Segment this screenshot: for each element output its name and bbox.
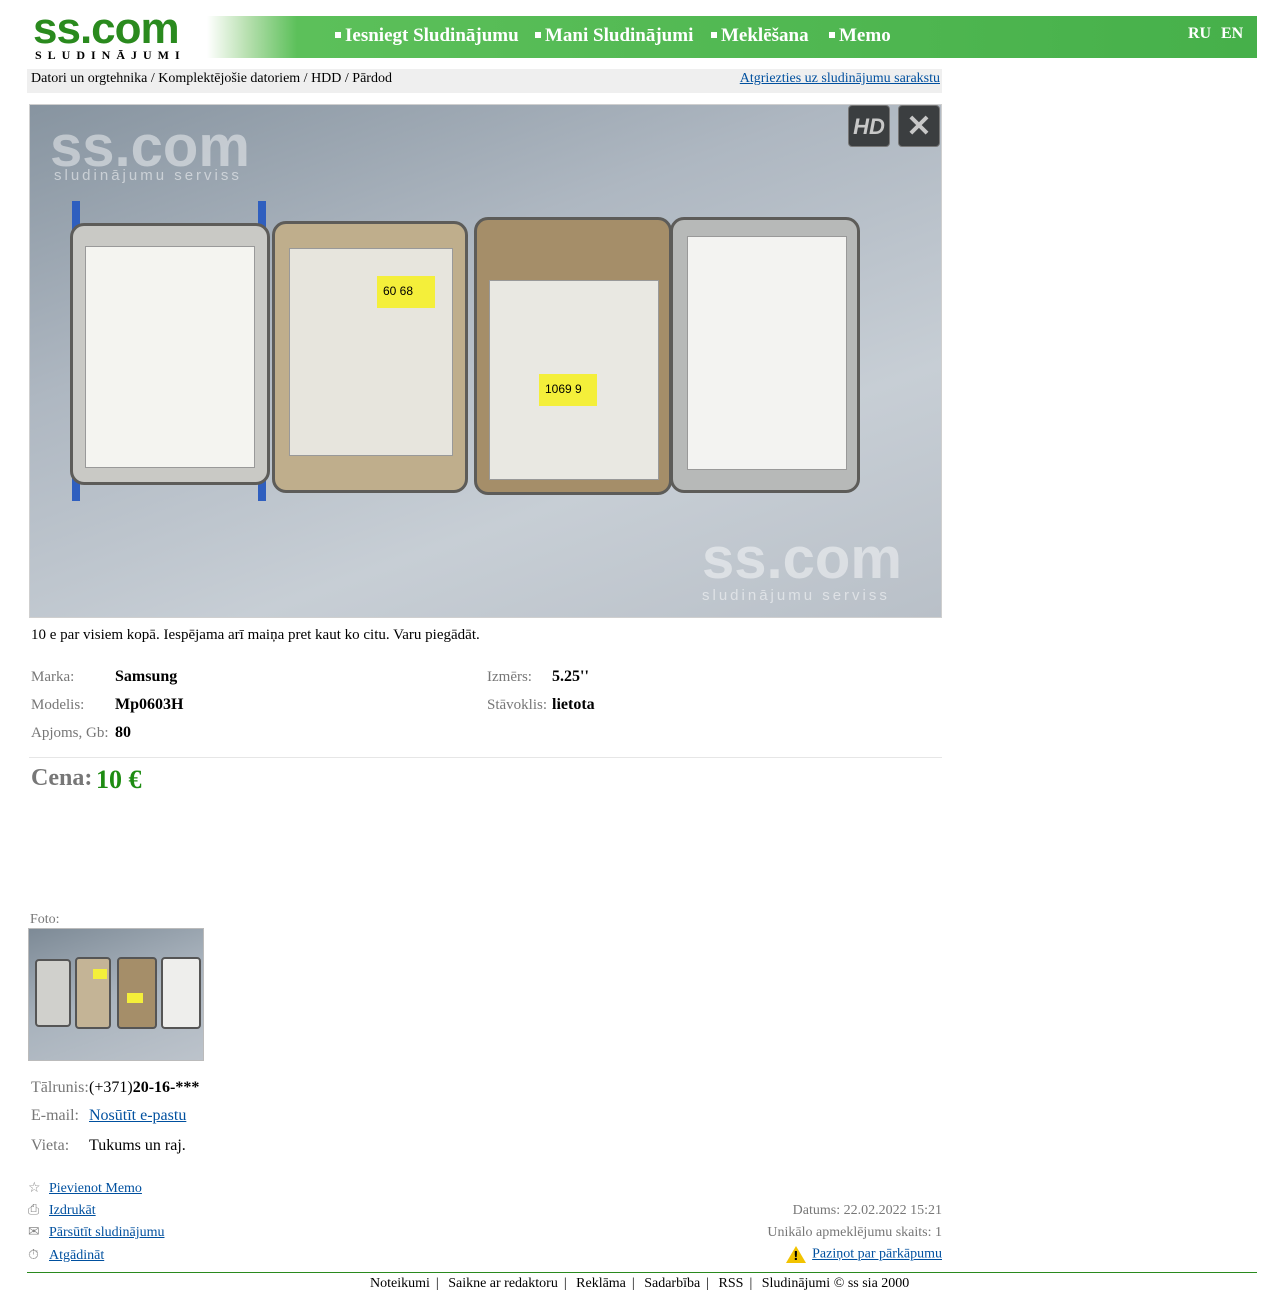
nav-label: Mani Sludinājumi bbox=[545, 25, 694, 46]
nav-my-ads[interactable]: Mani Sludinājumi bbox=[535, 25, 693, 47]
place-label: Vieta: bbox=[31, 1137, 70, 1154]
add-memo-action[interactable]: ☆ Pievienot Memo bbox=[28, 1181, 142, 1197]
phone-number[interactable]: (+371)20-16-*** bbox=[89, 1079, 199, 1097]
ad-date: Datums: 22.02.2022 15:21 bbox=[792, 1203, 942, 1218]
stopwatch-icon: ⏱ bbox=[28, 1247, 39, 1263]
phone-masked[interactable]: 20-16-*** bbox=[133, 1079, 200, 1096]
bullet-icon bbox=[711, 31, 717, 38]
watermark-top-sub: sludinājumu serviss bbox=[54, 167, 242, 184]
capacity-value: 80 bbox=[115, 724, 131, 741]
report-action[interactable]: ! Paziņot par pārkāpumu bbox=[786, 1246, 942, 1263]
bullet-icon bbox=[535, 31, 541, 38]
price-sticker: 1069 9 bbox=[539, 374, 597, 406]
logo-text: ss.com bbox=[33, 4, 180, 53]
nav-search[interactable]: Meklēšana bbox=[711, 25, 809, 47]
site-logo[interactable]: ss.com SLUDINĀJUMI bbox=[27, 4, 207, 62]
phone-prefix: (+371) bbox=[89, 1079, 133, 1096]
bullet-icon bbox=[829, 31, 835, 38]
breadcrumb-bar: Datori un orgtehnika / Komplektējošie da… bbox=[27, 69, 942, 93]
drive-label bbox=[687, 236, 847, 470]
thumb-drive bbox=[35, 959, 71, 1027]
price-value: 10 € bbox=[96, 765, 142, 794]
price-sticker: 60 68 bbox=[377, 276, 435, 308]
brand-value[interactable]: Samsung bbox=[115, 668, 177, 686]
print-action[interactable]: ⎙ Izdrukāt bbox=[28, 1203, 96, 1219]
brand-label: Marka: bbox=[31, 669, 75, 685]
footer-divider bbox=[27, 1272, 1257, 1273]
price-label: Cena: bbox=[31, 765, 93, 791]
visit-count: Unikālo apmeklējumu skaits: 1 bbox=[767, 1225, 942, 1240]
place-value: Tukums un raj. bbox=[89, 1137, 186, 1154]
site-header: ss.com SLUDINĀJUMI Iesniegt Sludinājumu … bbox=[27, 4, 1257, 62]
model-label: Modelis: bbox=[31, 697, 85, 713]
bullet-icon bbox=[335, 31, 341, 38]
remind-link[interactable]: Atgādināt bbox=[49, 1248, 104, 1263]
back-to-list-link[interactable]: Atgriezties uz sludinājumu sarakstu bbox=[740, 71, 940, 87]
forward-link[interactable]: Pārsūtīt sludinājumu bbox=[49, 1225, 165, 1240]
forward-action[interactable]: ✉ Pārsūtīt sludinājumu bbox=[28, 1225, 165, 1241]
capacity-label: Apjoms, Gb: bbox=[31, 725, 109, 741]
thumb-sticker bbox=[127, 993, 143, 1003]
thumb-drive bbox=[161, 957, 201, 1029]
add-memo-link[interactable]: Pievienot Memo bbox=[49, 1181, 142, 1196]
send-email-link[interactable]: Nosūtīt e-pastu bbox=[89, 1107, 186, 1125]
close-icon[interactable]: ✕ bbox=[898, 105, 940, 147]
lang-ru[interactable]: RU bbox=[1188, 25, 1211, 43]
size-label: Izmērs: bbox=[487, 669, 532, 685]
star-icon: ☆ bbox=[28, 1180, 41, 1196]
nav-label: Meklēšana bbox=[721, 25, 809, 46]
breadcrumb[interactable]: Datori un orgtehnika / Komplektējošie da… bbox=[31, 71, 392, 87]
main-photo[interactable]: ss.com sludinājumu serviss ss.com sludin… bbox=[29, 104, 942, 618]
footer: Noteikumi | Saikne ar redaktoru | Reklāma |… bbox=[370, 1276, 909, 1292]
condition-value: lietota bbox=[552, 696, 595, 713]
nav-memo[interactable]: Memo bbox=[829, 25, 891, 47]
hard-drive-image bbox=[70, 223, 270, 485]
watermark-bottom: ss.com bbox=[702, 526, 902, 591]
nav-submit-ad[interactable]: Iesniegt Sludinājumu bbox=[335, 25, 519, 47]
report-link[interactable]: Paziņot par pārkāpumu bbox=[812, 1247, 942, 1262]
nav-label: Memo bbox=[839, 25, 891, 46]
photo-thumbnail[interactable] bbox=[28, 928, 204, 1061]
hd-button[interactable]: HD bbox=[848, 105, 890, 147]
thumb-sticker bbox=[93, 969, 107, 979]
model-value: Mp0603H bbox=[115, 696, 184, 713]
printer-icon: ⎙ bbox=[28, 1202, 40, 1218]
header-bar: Iesniegt Sludinājumu Mani Sludinājumi Me… bbox=[207, 16, 1257, 58]
drive-label bbox=[85, 246, 255, 468]
email-label: E-mail: bbox=[31, 1107, 79, 1124]
condition-label: Stāvoklis: bbox=[487, 697, 548, 713]
print-link[interactable]: Izdrukāt bbox=[49, 1203, 96, 1218]
lang-en[interactable]: EN bbox=[1221, 25, 1243, 43]
hard-drive-image bbox=[670, 217, 860, 493]
envelope-icon: ✉ bbox=[28, 1224, 40, 1240]
watermark-bottom-sub: sludinājumu serviss bbox=[702, 587, 890, 604]
hard-drive-image: 60 68 bbox=[272, 221, 468, 493]
photo-gallery-label: Foto: bbox=[30, 912, 60, 927]
remind-action[interactable]: ⏱ Atgādināt bbox=[28, 1248, 104, 1264]
divider bbox=[29, 757, 942, 758]
hard-drive-image: 1069 9 bbox=[474, 217, 672, 495]
ad-description: 10 e par visiem kopā. Iespējama arī maiņ… bbox=[31, 627, 480, 643]
thumb-drive bbox=[75, 957, 111, 1029]
size-value: 5.25'' bbox=[552, 668, 589, 685]
warning-icon: ! bbox=[786, 1246, 807, 1263]
logo-subtitle: SLUDINĀJUMI bbox=[35, 48, 186, 62]
phone-label: Tālrunis: bbox=[31, 1079, 89, 1096]
nav-label: Iesniegt Sludinājumu bbox=[345, 25, 519, 46]
